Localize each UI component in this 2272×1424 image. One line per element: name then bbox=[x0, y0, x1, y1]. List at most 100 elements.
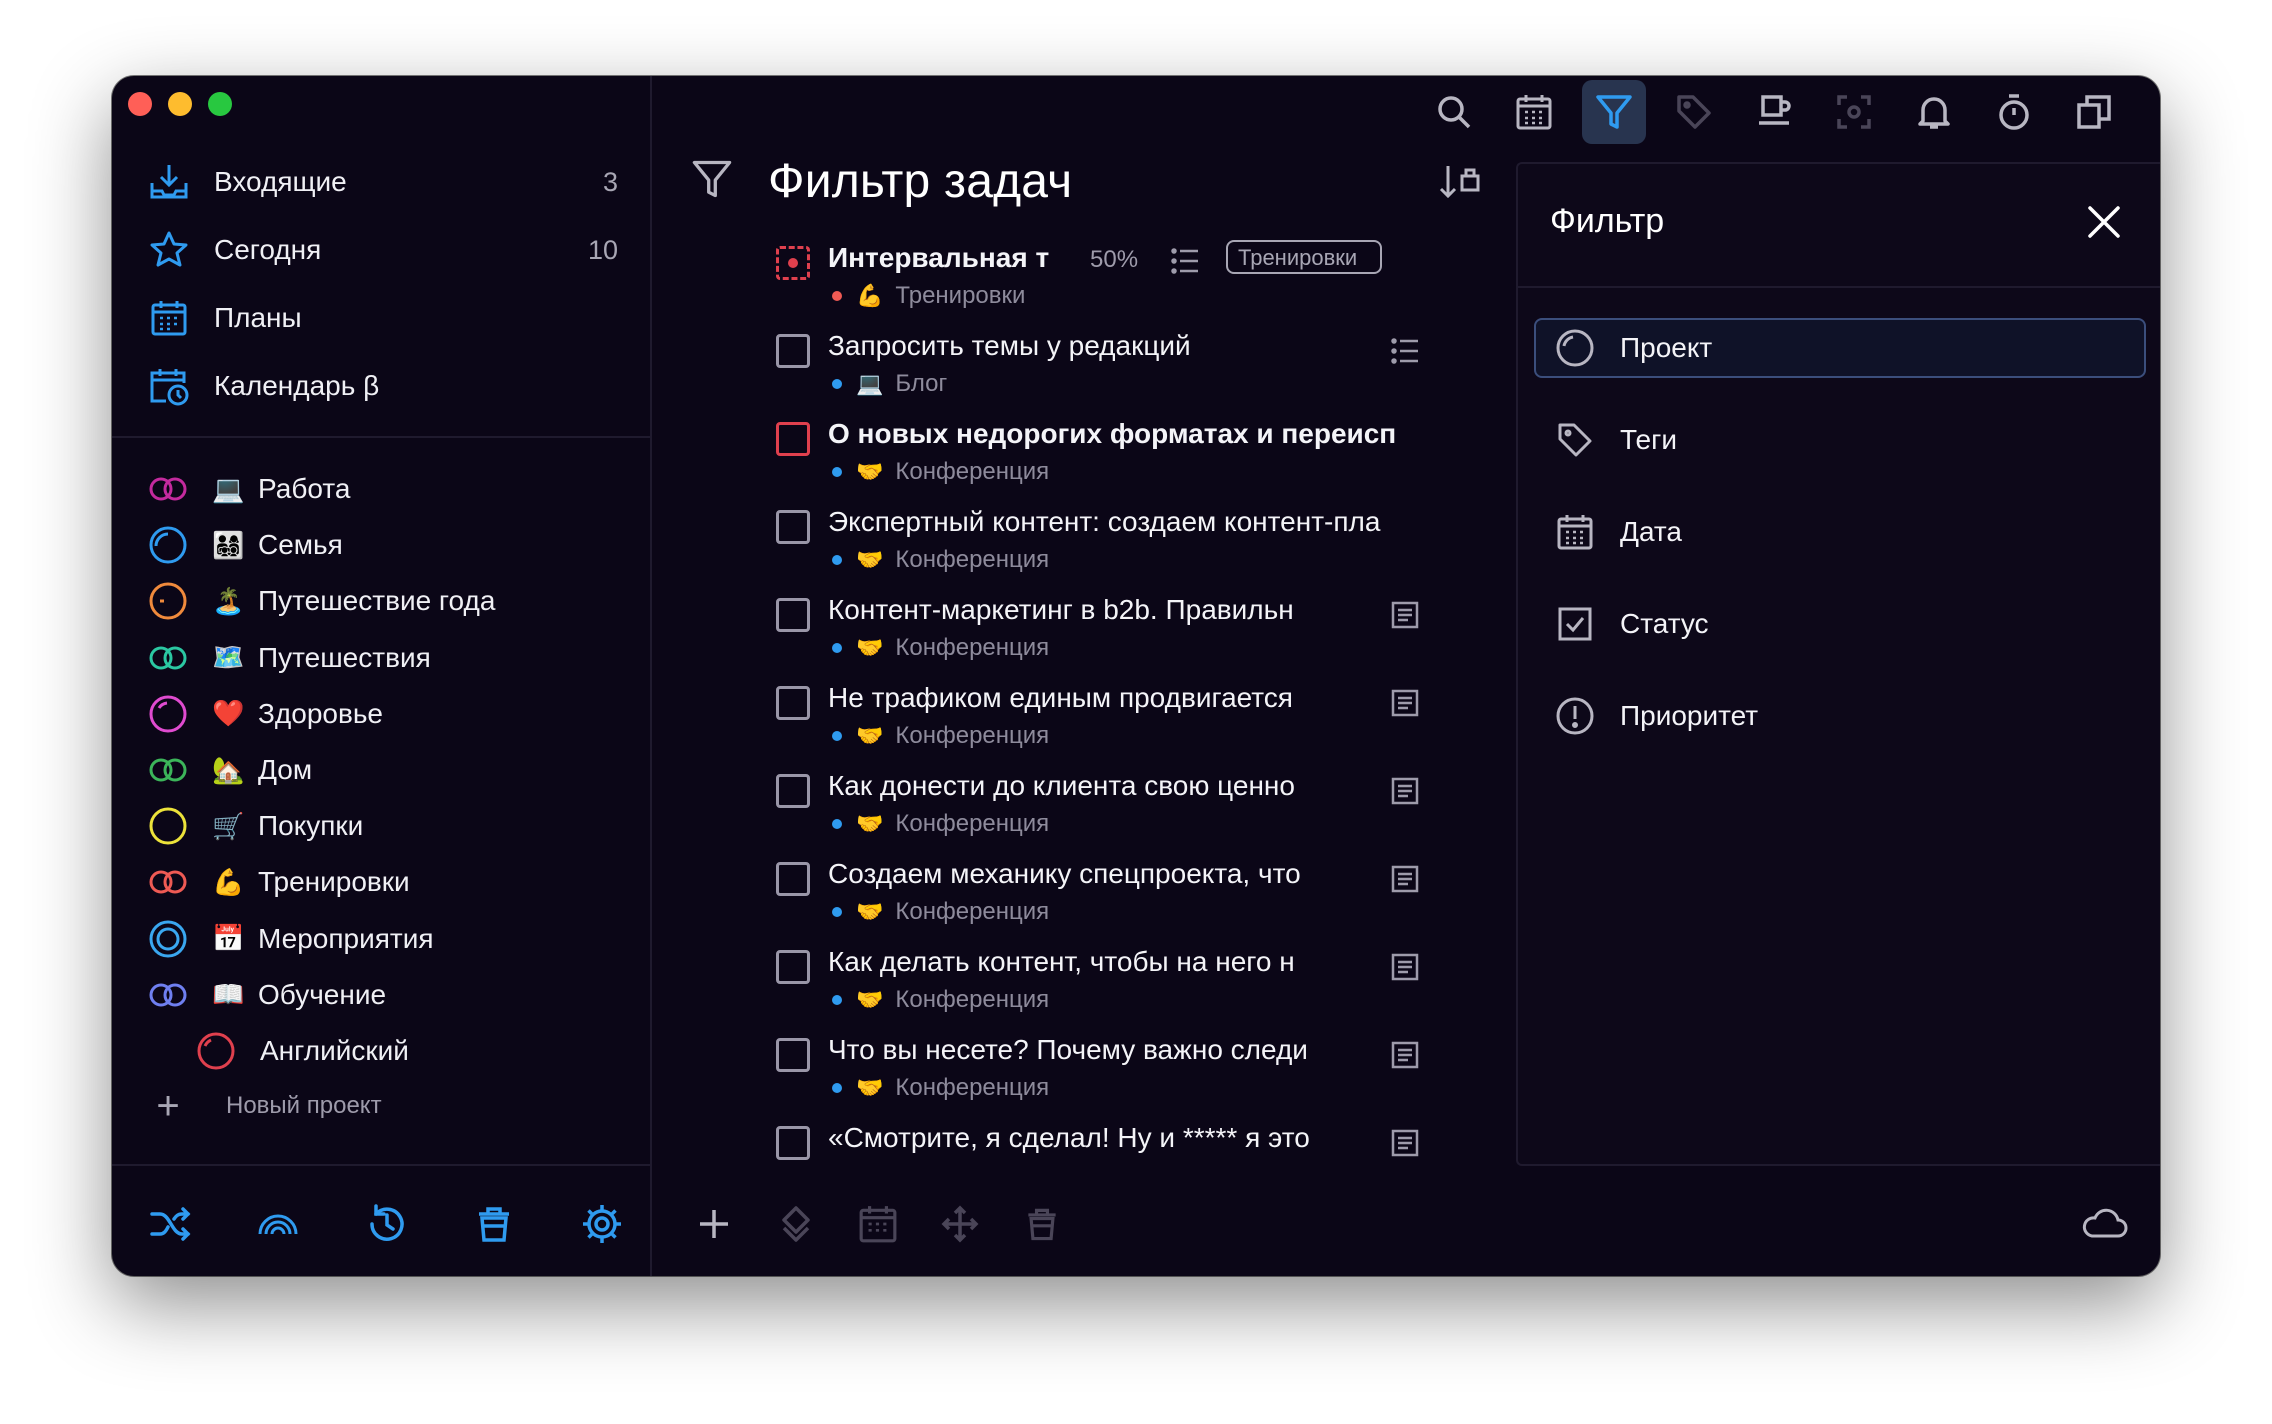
project-item-learning[interactable]: 📖 Обучение bbox=[112, 967, 652, 1023]
priority-alert-icon bbox=[1554, 695, 1596, 737]
priority-icon[interactable] bbox=[772, 1200, 820, 1248]
project-item-shopping[interactable]: 🛒 Покупки bbox=[112, 798, 652, 854]
task-meta: 🤝 Конференция bbox=[828, 458, 1049, 486]
task-checkbox[interactable] bbox=[776, 1126, 810, 1160]
task-item[interactable]: Как делать контент, чтобы на него н 🤝 Ко… bbox=[762, 940, 1522, 1028]
move-icon[interactable] bbox=[936, 1200, 984, 1248]
timer-icon[interactable] bbox=[1982, 80, 2046, 144]
project-emoji: 🏝️ bbox=[212, 585, 245, 616]
note-icon bbox=[1388, 598, 1422, 632]
sort-icon[interactable] bbox=[1434, 156, 1486, 208]
copy-icon[interactable] bbox=[2062, 80, 2126, 144]
checklist-icon bbox=[1170, 246, 1200, 281]
calendar-icon[interactable] bbox=[1502, 80, 1566, 144]
project-item-events[interactable]: 📅 Мероприятия bbox=[112, 911, 652, 967]
sidebar-item-calendar[interactable]: Календарь β bbox=[112, 352, 652, 420]
project-ring-icon bbox=[1554, 327, 1596, 369]
task-item[interactable]: Экспертный контент: создаем контент-пла … bbox=[762, 500, 1522, 588]
task-item[interactable]: Контент-маркетинг в b2b. Правильн 🤝 Конф… bbox=[762, 588, 1522, 676]
task-project: Конференция bbox=[895, 810, 1050, 837]
project-item-home[interactable]: 🏡 Дом bbox=[112, 742, 652, 798]
project-item-work[interactable]: 💻 Работа bbox=[112, 461, 652, 517]
project-item-trip-of-year[interactable]: 🏝️ Путешествие года bbox=[112, 573, 652, 629]
task-item[interactable]: Интервальная т 50% Тренировки 💪 Трениров… bbox=[762, 236, 1522, 324]
task-item[interactable]: Не трафиком единым продвигается 🤝 Конфер… bbox=[762, 676, 1522, 764]
sidebar-item-inbox[interactable]: Входящие 3 bbox=[112, 148, 652, 216]
trash-icon[interactable] bbox=[1018, 1200, 1066, 1248]
tag-badge[interactable]: Тренировки bbox=[1226, 240, 1382, 274]
project-item-english[interactable]: Английский bbox=[112, 1023, 652, 1079]
note-icon bbox=[1388, 686, 1422, 720]
project-item-workouts[interactable]: 💪 Тренировки bbox=[112, 854, 652, 910]
project-item-family[interactable]: 👨‍👩‍👧‍👦 Семья bbox=[112, 517, 652, 573]
task-checkbox[interactable] bbox=[776, 422, 810, 456]
note-icon bbox=[1388, 950, 1422, 984]
project-emoji: 🏡 bbox=[212, 754, 245, 785]
project-ring-icon bbox=[146, 748, 190, 792]
close-icon[interactable] bbox=[2082, 200, 2126, 244]
task-checkbox[interactable] bbox=[776, 334, 810, 368]
task-checkbox[interactable] bbox=[776, 598, 810, 632]
filter-option-label: Статус bbox=[1620, 608, 1709, 639]
new-project-label: Новый проект bbox=[226, 1092, 382, 1119]
sidebar-item-plans[interactable]: Планы bbox=[112, 284, 652, 352]
task-meta: 🤝 Конференция bbox=[828, 898, 1049, 926]
task-title: Как донести до клиента свою ценно bbox=[828, 770, 1295, 801]
task-checkbox[interactable] bbox=[776, 686, 810, 720]
checkbox-icon bbox=[1554, 603, 1596, 645]
history-icon[interactable] bbox=[362, 1200, 410, 1248]
task-item[interactable]: Что вы несете? Почему важно следи 🤝 Конф… bbox=[762, 1028, 1522, 1116]
project-emoji: 🤝 bbox=[856, 547, 884, 572]
coffee-icon[interactable] bbox=[1742, 80, 1806, 144]
count-badge: 10 bbox=[587, 234, 618, 265]
new-project-button[interactable]: + Новый проект bbox=[146, 1078, 382, 1134]
task-item[interactable]: Запросить темы у редакций 💻 Блог bbox=[762, 324, 1522, 412]
task-item[interactable]: «Смотрите, я сделал! Ну и ***** я это bbox=[762, 1116, 1522, 1166]
sidebar-item-label: Входящие bbox=[214, 166, 347, 197]
task-meta: 💻 Блог bbox=[828, 370, 947, 398]
sidebar-item-label: Сегодня bbox=[214, 234, 322, 265]
filter-option-tags[interactable]: Теги bbox=[1534, 410, 2146, 470]
task-item[interactable]: Как донести до клиента свою ценно 🤝 Конф… bbox=[762, 764, 1522, 852]
sidebar-item-today[interactable]: Сегодня 10 bbox=[112, 216, 652, 284]
cloud-icon[interactable] bbox=[2076, 1200, 2132, 1248]
search-icon[interactable] bbox=[1422, 80, 1486, 144]
shuffle-icon[interactable] bbox=[146, 1200, 194, 1248]
task-project: Конференция bbox=[895, 1074, 1050, 1101]
settings-icon[interactable] bbox=[578, 1200, 626, 1248]
rainbow-icon[interactable] bbox=[254, 1200, 302, 1248]
task-meta: 🤝 Конференция bbox=[828, 634, 1049, 662]
task-checkbox[interactable] bbox=[776, 246, 810, 280]
project-item-travels[interactable]: 🗺️ Путешествия bbox=[112, 630, 652, 686]
bell-icon[interactable] bbox=[1902, 80, 1966, 144]
task-checkbox[interactable] bbox=[776, 862, 810, 896]
filter-icon[interactable] bbox=[1582, 80, 1646, 144]
task-meta: 💪 Тренировки bbox=[828, 282, 1025, 310]
add-icon[interactable] bbox=[690, 1200, 738, 1248]
filter-option-status[interactable]: Статус bbox=[1534, 594, 2146, 654]
focus-icon[interactable] bbox=[1822, 80, 1886, 144]
project-label: Тренировки bbox=[258, 866, 410, 898]
filter-option-label: Проект bbox=[1620, 332, 1713, 363]
project-item-health[interactable]: ❤️ Здоровье bbox=[112, 686, 652, 742]
task-title: Как делать контент, чтобы на него н bbox=[828, 946, 1295, 977]
task-item[interactable]: О новых недорогих форматах и переисп 🤝 К… bbox=[762, 412, 1522, 500]
calendar-icon[interactable] bbox=[854, 1200, 902, 1248]
project-label: Путешествия bbox=[258, 641, 431, 673]
trash-icon[interactable] bbox=[470, 1200, 518, 1248]
task-checkbox[interactable] bbox=[776, 1038, 810, 1072]
filter-option-priority[interactable]: Приоритет bbox=[1534, 686, 2146, 746]
filter-option-date[interactable]: Дата bbox=[1534, 502, 2146, 562]
project-ring-icon bbox=[146, 523, 190, 567]
task-item[interactable]: Создаем механику спецпроекта, что 🤝 Конф… bbox=[762, 852, 1522, 940]
project-emoji: 🤝 bbox=[856, 459, 884, 484]
filter-option-project[interactable]: Проект bbox=[1534, 318, 2146, 378]
task-checkbox[interactable] bbox=[776, 774, 810, 808]
project-emoji: 🤝 bbox=[856, 723, 884, 748]
top-toolbar bbox=[1422, 80, 2126, 144]
tag-icon[interactable] bbox=[1662, 80, 1726, 144]
task-checkbox[interactable] bbox=[776, 950, 810, 984]
task-checkbox[interactable] bbox=[776, 510, 810, 544]
task-title: Что вы несете? Почему важно следи bbox=[828, 1034, 1308, 1065]
note-icon bbox=[1388, 1126, 1422, 1160]
